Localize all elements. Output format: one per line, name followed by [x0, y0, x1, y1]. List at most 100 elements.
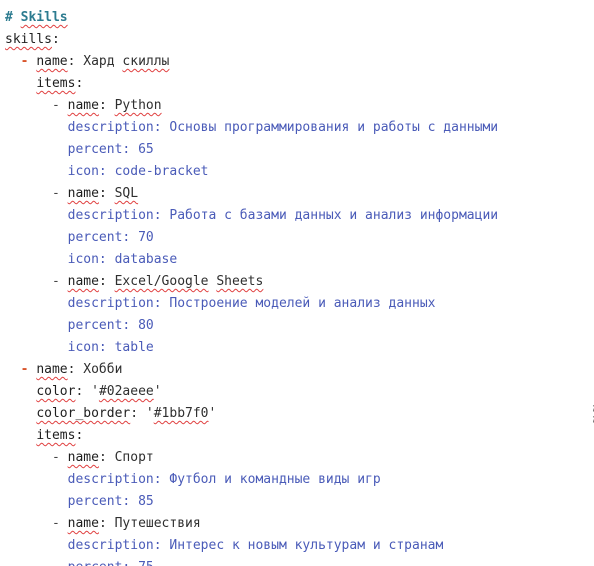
- code-token: : Хобби: [67, 362, 123, 377]
- code-token: -: [20, 362, 37, 377]
- code-token: description: Интерес к новым культурам и…: [67, 538, 444, 553]
- code-token: -: [51, 98, 68, 113]
- code-token: name: [67, 98, 99, 113]
- code-line[interactable]: icon: code-bracket: [5, 161, 209, 183]
- code-line[interactable]: description: Футбол и командные виды игр: [5, 469, 381, 491]
- code-token: #: [5, 10, 21, 25]
- code-token: percent: 85: [67, 494, 154, 509]
- code-token: #02aeee: [98, 384, 154, 399]
- code-line[interactable]: description: Интерес к новым культурам и…: [5, 535, 444, 557]
- code-token: -: [51, 274, 68, 289]
- code-token: icon: table: [67, 340, 154, 355]
- code-token: color: [36, 384, 76, 399]
- code-token: skills: [5, 32, 52, 47]
- code-line[interactable]: icon: table: [5, 337, 154, 359]
- code-line[interactable]: # Skills: [5, 7, 68, 29]
- code-line[interactable]: percent: 65: [5, 139, 154, 161]
- code-token: description: Построение моделей и анализ…: [67, 296, 436, 311]
- code-token: percent: 65: [67, 142, 154, 157]
- code-line[interactable]: - name: Хард скиллы: [5, 51, 170, 73]
- code-token: name: [36, 362, 68, 377]
- code-token: name: [67, 450, 99, 465]
- code-token: name: [67, 516, 99, 531]
- code-token: :: [51, 32, 60, 47]
- code-token: icon: database: [67, 252, 178, 267]
- code-token: Excel/Google: [114, 274, 209, 289]
- code-token: Sheets: [216, 274, 264, 289]
- code-token: Python: [114, 98, 162, 113]
- code-line[interactable]: color: '#02aeee': [5, 381, 162, 403]
- code-token: -: [51, 516, 68, 531]
- code-token: : Хард: [67, 54, 123, 69]
- code-line[interactable]: percent: 85: [5, 491, 154, 513]
- code-line[interactable]: icon: database: [5, 249, 178, 271]
- code-token: color_border: [36, 406, 131, 421]
- code-token: -: [20, 54, 37, 69]
- code-line[interactable]: description: Построение моделей и анализ…: [5, 293, 436, 315]
- code-token: Skills: [20, 10, 68, 25]
- code-editor[interactable]: # Skills skills: - name: Хард скиллы item…: [0, 0, 594, 566]
- code-token: :: [75, 428, 84, 443]
- code-line[interactable]: - name: Путешествия: [5, 513, 201, 535]
- code-token: name: [67, 274, 99, 289]
- code-line[interactable]: description: Работа с базами данных и ан…: [5, 205, 498, 227]
- code-line[interactable]: description: Основы программирования и р…: [5, 117, 498, 139]
- code-line[interactable]: - name: Excel/Google Sheets: [5, 271, 263, 293]
- code-token: :: [75, 76, 84, 91]
- code-line[interactable]: items:: [5, 73, 83, 95]
- code-line[interactable]: - name: Хобби: [5, 359, 123, 381]
- code-line[interactable]: color_border: '#1bb7f0': [5, 403, 216, 425]
- code-token: percent: 80: [67, 318, 154, 333]
- code-token: :: [98, 186, 115, 201]
- code-token: percent: 70: [67, 230, 154, 245]
- code-line[interactable]: percent: 80: [5, 315, 154, 337]
- code-token: :: [98, 98, 115, 113]
- code-token: items: [36, 76, 76, 91]
- code-token: : Путешествия: [98, 516, 201, 531]
- code-token: items: [36, 428, 76, 443]
- code-token: : Спорт: [98, 450, 154, 465]
- code-token: description: Футбол и командные виды игр: [67, 472, 381, 487]
- code-line[interactable]: percent: 70: [5, 227, 154, 249]
- code-token: name: [67, 186, 99, 201]
- code-token: ': [153, 384, 162, 399]
- code-line[interactable]: percent: 75: [5, 557, 154, 566]
- code-token: description: Работа с базами данных и ан…: [67, 208, 499, 223]
- code-token: -: [51, 186, 68, 201]
- code-token: SQL: [114, 186, 139, 201]
- code-line[interactable]: - name: Спорт: [5, 447, 154, 469]
- code-token: name: [36, 54, 68, 69]
- code-line[interactable]: skills:: [5, 29, 60, 51]
- scroll-edge-marker: ;;: [591, 402, 594, 424]
- code-token: icon: code-bracket: [67, 164, 209, 179]
- code-line[interactable]: - name: SQL: [5, 183, 138, 205]
- code-token: #1bb7f0: [153, 406, 209, 421]
- code-line[interactable]: - name: Python: [5, 95, 162, 117]
- code-line[interactable]: items:: [5, 425, 83, 447]
- code-token: :: [98, 274, 115, 289]
- code-token: ': [208, 406, 217, 421]
